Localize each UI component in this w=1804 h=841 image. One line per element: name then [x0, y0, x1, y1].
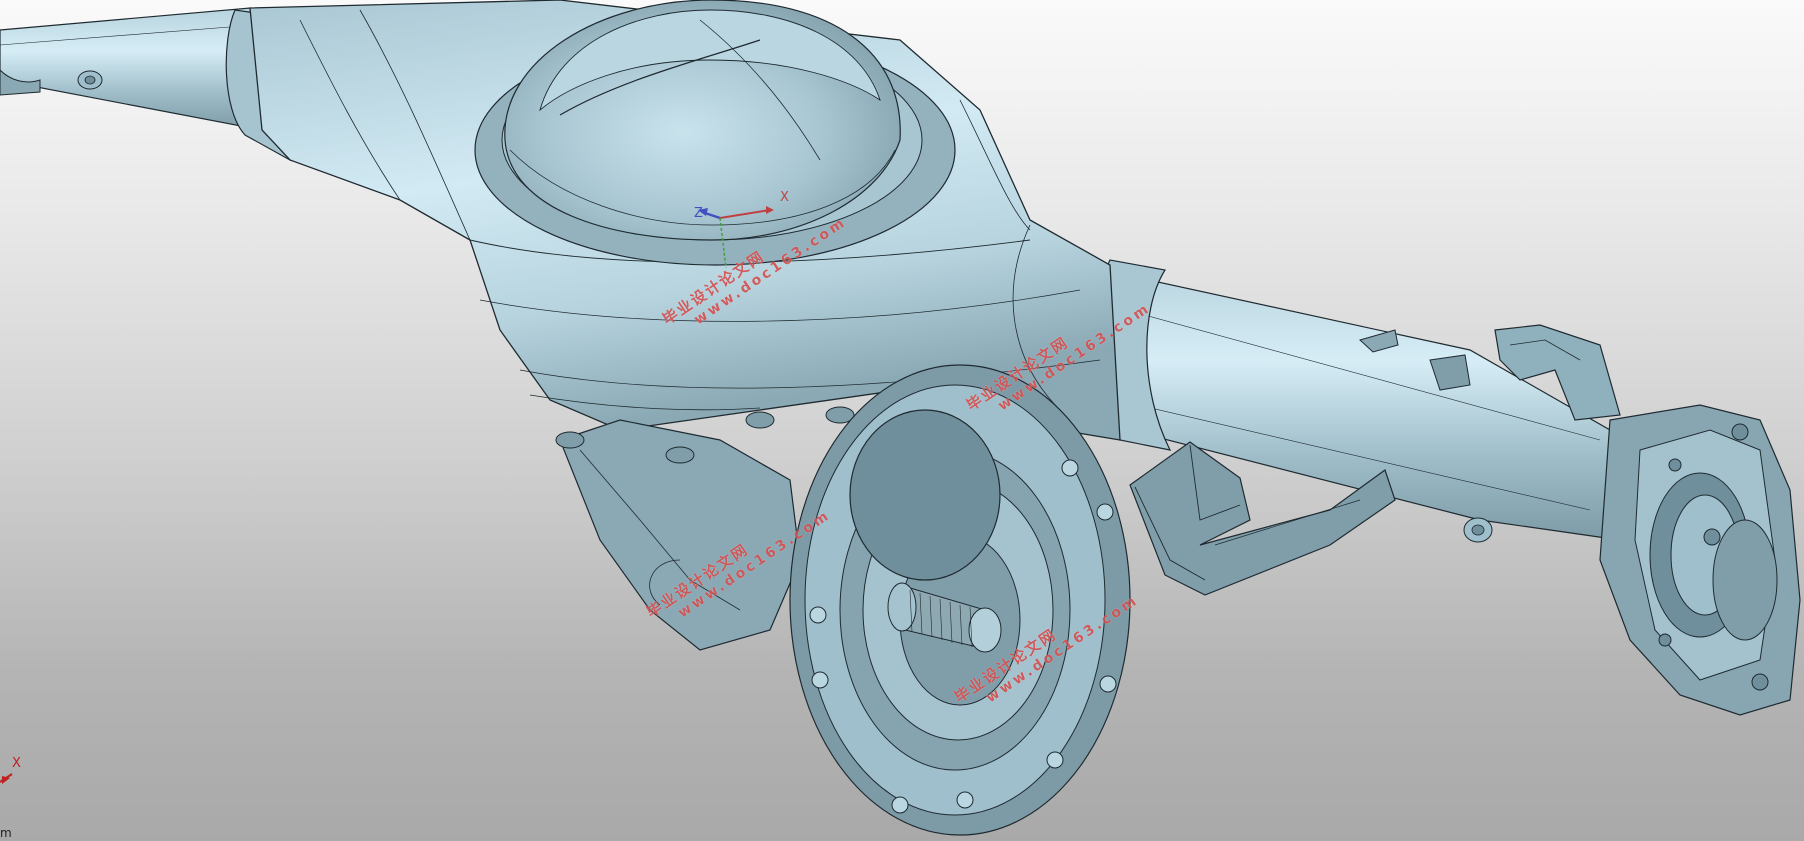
- cad-3d-viewport[interactable]: 毕业设计论文网 www.doc163.com 毕业设计论文网 www.doc16…: [0, 0, 1804, 841]
- unit-label: m: [0, 826, 12, 840]
- right-hub-flange: [1599, 404, 1801, 716]
- center-triad-x-label: X: [780, 190, 789, 205]
- axle-assembly-model[interactable]: [0, 0, 1804, 841]
- input-pinion-flange: [789, 364, 1131, 836]
- center-triad-z-label: Z: [694, 206, 703, 221]
- corner-triad-x-label: X: [12, 756, 21, 771]
- center-coordinate-triad: [698, 206, 774, 269]
- left-axle-tube: [0, 7, 292, 162]
